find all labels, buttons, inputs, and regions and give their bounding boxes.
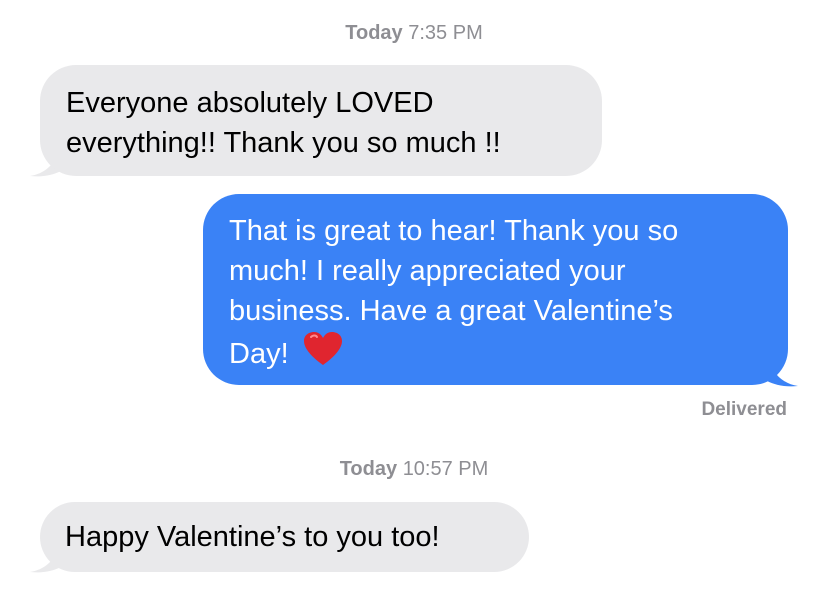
message-text-line: That is great to hear! Thank you so xyxy=(229,215,679,247)
incoming-message-bubble[interactable]: Happy Valentine’s to you too! xyxy=(40,502,529,572)
timestamp-time: 10:57 PM xyxy=(402,458,489,480)
message-text-line: everything!! Thank you so much !! xyxy=(66,127,501,159)
message-text-line-last: Day! xyxy=(229,331,762,378)
incoming-message-bubble[interactable]: Everyone absolutely LOVED everything!! T… xyxy=(40,65,602,176)
timestamp-time: 7:35 PM xyxy=(408,22,483,44)
timestamp-header: Today 7:35 PM xyxy=(0,21,828,45)
message-text-line: Happy Valentine’s to you too! xyxy=(65,521,440,553)
message-text-line: Everyone absolutely LOVED xyxy=(66,87,434,119)
message-text-line: business. Have a great Valentine’s xyxy=(229,295,673,327)
timestamp-header: Today 10:57 PM xyxy=(0,457,828,481)
message-text: Day! xyxy=(229,338,289,370)
message-text-line: much! I really appreciated your xyxy=(229,255,626,287)
timestamp-day: Today xyxy=(339,458,398,480)
red-heart-icon xyxy=(303,331,343,378)
timestamp-day: Today xyxy=(345,22,403,44)
outgoing-message-bubble[interactable]: That is great to hear! Thank you so much… xyxy=(203,194,788,385)
delivery-status: Delivered xyxy=(701,399,787,420)
